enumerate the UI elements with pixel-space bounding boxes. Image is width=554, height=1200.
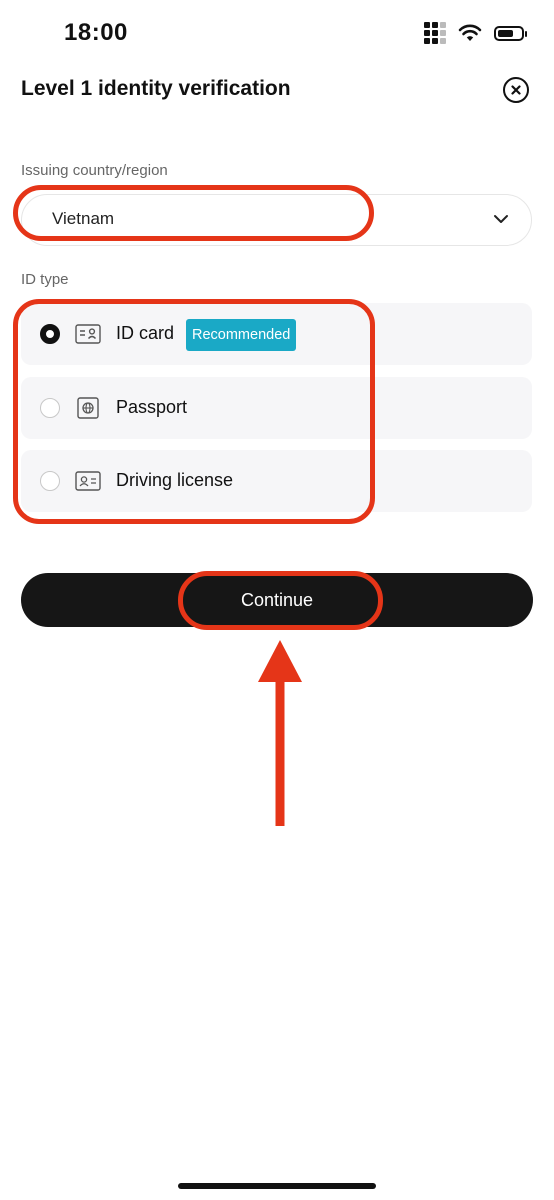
radio-unselected[interactable] bbox=[40, 398, 60, 418]
home-indicator bbox=[178, 1183, 376, 1189]
country-value: Vietnam bbox=[52, 209, 115, 228]
id-option-passport[interactable]: Passport bbox=[21, 377, 532, 439]
country-label: Issuing country/region bbox=[21, 162, 168, 179]
id-type-label: ID type bbox=[21, 271, 69, 288]
chevron-down-icon bbox=[494, 215, 508, 223]
driving-license-icon bbox=[75, 471, 101, 491]
status-time: 18:00 bbox=[64, 19, 128, 46]
passport-icon bbox=[77, 397, 99, 419]
option-label: ID card bbox=[116, 323, 175, 343]
wifi-icon bbox=[458, 24, 482, 41]
option-label: Driving license bbox=[116, 470, 234, 490]
radio-unselected[interactable] bbox=[40, 471, 60, 491]
id-card-icon bbox=[75, 324, 101, 344]
battery-icon bbox=[494, 25, 527, 41]
arrow-up-icon bbox=[258, 640, 302, 826]
id-option-id-card[interactable]: ID card Recommended bbox=[21, 303, 532, 365]
continue-button[interactable]: Continue bbox=[21, 573, 533, 627]
signal-icon bbox=[424, 22, 446, 44]
recommended-badge: Recommended bbox=[186, 319, 297, 351]
country-select[interactable]: Vietnam bbox=[21, 194, 532, 246]
id-option-driving-license[interactable]: Driving license bbox=[21, 450, 532, 512]
radio-selected[interactable] bbox=[40, 324, 60, 344]
close-button[interactable] bbox=[503, 77, 529, 103]
option-label: Passport bbox=[116, 397, 188, 417]
status-bar: 18:00 bbox=[0, 0, 554, 66]
status-icons bbox=[424, 22, 527, 44]
close-icon bbox=[511, 85, 521, 95]
page-title: Level 1 identity verification bbox=[21, 77, 291, 100]
